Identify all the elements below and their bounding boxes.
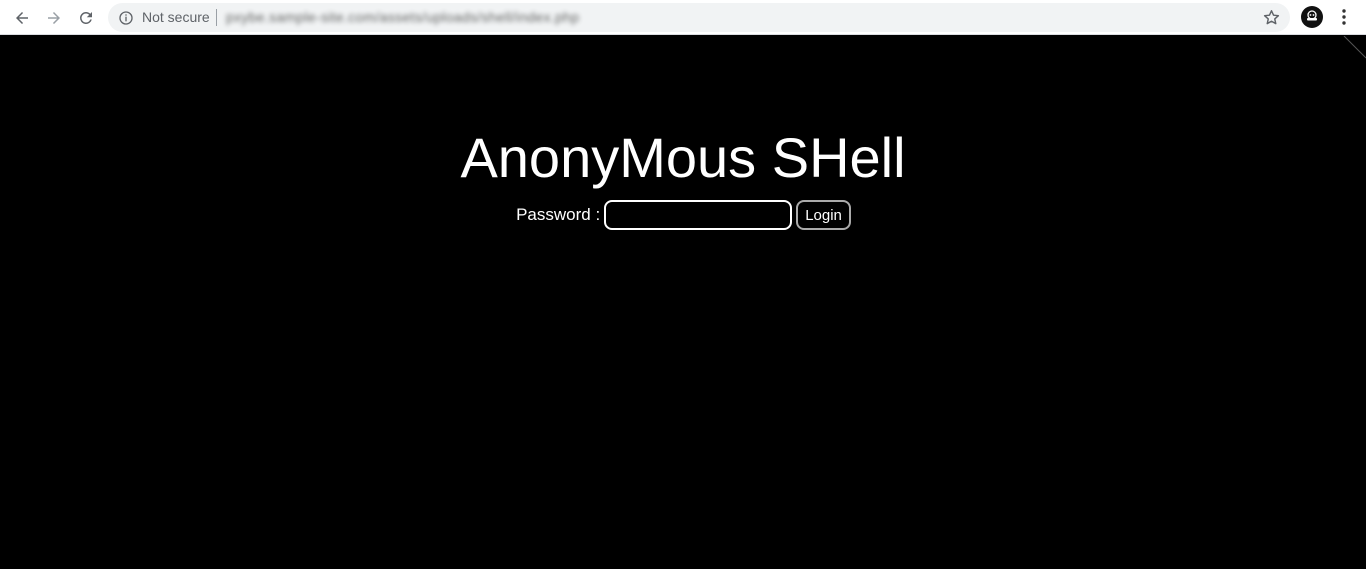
kebab-menu-icon <box>1342 9 1346 25</box>
page-title: AnonyMous SHell <box>460 126 906 189</box>
login-button[interactable]: Login <box>796 200 851 230</box>
reload-icon <box>80 11 92 24</box>
avatar-icon <box>1307 10 1317 21</box>
info-icon[interactable] <box>118 10 134 26</box>
address-bar[interactable]: Not secure pxybe.sample-site.com/assets/… <box>108 3 1290 32</box>
star-icon[interactable] <box>1262 8 1281 27</box>
password-input[interactable] <box>604 200 793 230</box>
arrow-left-icon <box>16 12 28 24</box>
security-status[interactable]: Not secure <box>142 9 210 26</box>
forward-button[interactable] <box>40 4 68 32</box>
arrow-right-icon <box>48 12 60 24</box>
reload-button[interactable] <box>72 4 100 32</box>
url-text[interactable]: pxybe.sample-site.com/assets/uploads/she… <box>226 9 579 26</box>
password-label: Password : <box>516 205 601 224</box>
back-button[interactable] <box>8 4 36 32</box>
page-content: AnonyMous SHell Password : Login <box>0 36 1366 569</box>
profile-avatar[interactable] <box>1301 6 1323 28</box>
corner-triangle <box>1343 36 1366 59</box>
browser-toolbar: Not secure pxybe.sample-site.com/assets/… <box>0 0 1366 35</box>
browser-menu-button[interactable] <box>1334 5 1354 29</box>
omnibox-divider <box>216 9 217 26</box>
login-form: Password : Login <box>0 199 1366 231</box>
